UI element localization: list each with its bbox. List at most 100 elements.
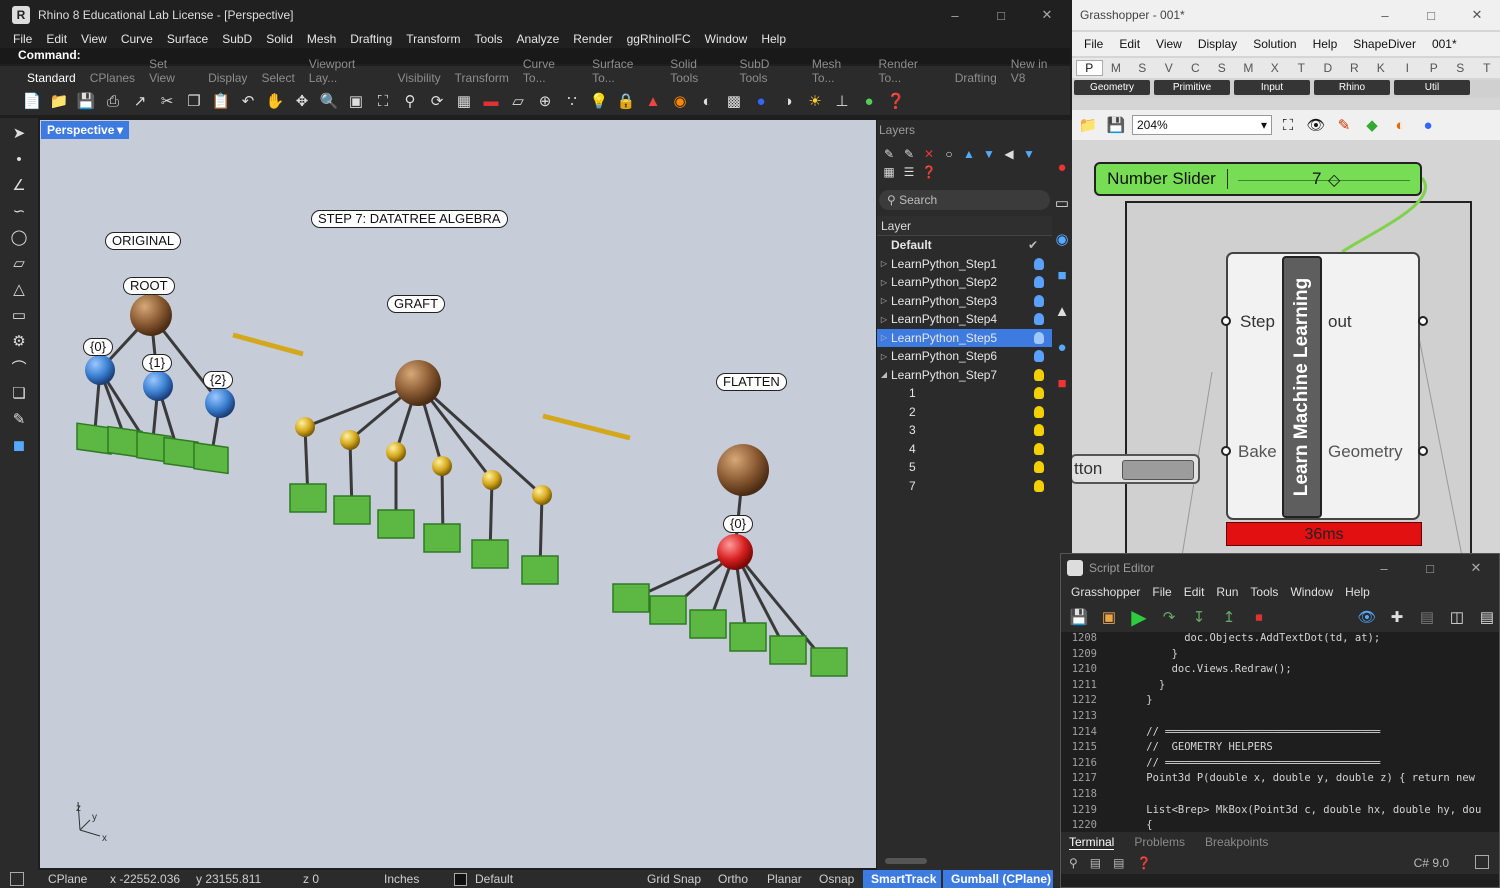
slider-handle-icon[interactable]: ◇ xyxy=(1328,170,1340,190)
help-icon[interactable]: ❓ xyxy=(884,90,908,112)
planar-toggle[interactable]: Planar xyxy=(767,872,802,886)
new-sublayer-icon[interactable]: ✎ xyxy=(901,146,917,162)
se-bottom-tab[interactable]: Terminal xyxy=(1069,835,1115,850)
output-out-grip[interactable] xyxy=(1418,316,1428,326)
input-bake-label[interactable]: Bake xyxy=(1238,442,1277,462)
gh-category[interactable]: Input xyxy=(1234,80,1310,95)
toolbar-tab[interactable]: Drafting xyxy=(948,71,1004,87)
output-geometry-label[interactable]: Geometry xyxy=(1328,442,1403,462)
gh-tab[interactable]: P xyxy=(1076,60,1103,76)
zoom-extents-icon[interactable]: ⛶ xyxy=(371,90,395,112)
se-close-button[interactable]: ✕ xyxy=(1453,554,1499,582)
shaded-icon[interactable]: ◑ xyxy=(776,90,800,112)
gh-tab[interactable]: V xyxy=(1156,61,1183,75)
step-over-icon[interactable]: ↷ xyxy=(1157,606,1181,628)
viewport-tab[interactable]: Perspective ▾ xyxy=(41,121,129,139)
pen-icon[interactable]: ✎ xyxy=(8,408,30,430)
smarttrack-toggle[interactable]: SmartTrack xyxy=(863,870,941,888)
gh-tab[interactable]: X xyxy=(1262,61,1289,75)
expand-arrow-icon[interactable]: ▷ xyxy=(877,296,891,305)
layer-search-input[interactable]: ⚲ Search xyxy=(879,190,1050,210)
menu-item-analyze[interactable]: Analyze xyxy=(517,32,560,46)
grasshopper-canvas[interactable]: Number Slider 7 ◇ Learn Machine Learning… xyxy=(1072,142,1500,556)
code-editor[interactable]: 1208 doc.Objects.AddTextDot(td, at); 1209… xyxy=(1061,632,1499,832)
gh-tab[interactable]: R xyxy=(1341,61,1368,75)
preview-mode-icon[interactable]: ◆ xyxy=(1360,114,1384,136)
expand-arrow-icon[interactable]: ▷ xyxy=(877,278,891,287)
render-icon[interactable]: ● xyxy=(1052,336,1072,358)
gh-category[interactable]: Rhino xyxy=(1314,80,1390,95)
gh-tab[interactable]: M xyxy=(1103,61,1130,75)
toolbar-tab[interactable]: Mesh To... xyxy=(805,57,872,87)
split-vertical-icon[interactable]: ◫ xyxy=(1445,606,1469,628)
step-into-icon[interactable]: ↧ xyxy=(1187,606,1211,628)
gh-menu-item[interactable]: ShapeDiver xyxy=(1353,37,1416,51)
learn-icon[interactable]: ▲ xyxy=(1052,300,1072,322)
material-sphere-icon[interactable]: ◐ xyxy=(695,90,719,112)
light-bulb-icon[interactable] xyxy=(1034,294,1044,307)
toolbar-tab[interactable]: Viewport Lay... xyxy=(302,57,391,87)
light-bulb-icon[interactable] xyxy=(1034,387,1044,400)
gh-tab[interactable]: P xyxy=(1421,61,1448,75)
layer-row[interactable]: ◢ LearnPython_Step7 xyxy=(877,366,1052,385)
gh-menu-item[interactable]: File xyxy=(1084,37,1103,51)
toolbar-tab[interactable]: CPlanes xyxy=(83,71,142,87)
light-bulb-icon[interactable] xyxy=(1034,276,1044,289)
se-minimize-button[interactable]: – xyxy=(1361,554,1407,582)
status-layer[interactable]: Default xyxy=(475,872,513,886)
menu-item-view[interactable]: View xyxy=(81,32,107,46)
gh-category[interactable]: Geometry xyxy=(1074,80,1150,95)
help-icon[interactable]: ❓ xyxy=(1136,856,1151,870)
run-icon[interactable]: ▶ xyxy=(1127,606,1151,629)
car-icon[interactable]: ▬ xyxy=(479,90,503,112)
layer-row[interactable]: 1 xyxy=(877,384,1052,403)
button-component[interactable]: tton xyxy=(1072,454,1200,484)
layer-row[interactable]: 7 xyxy=(877,477,1052,496)
gh-minimize-button[interactable]: – xyxy=(1362,0,1408,30)
rotate-view-icon[interactable]: ⟳ xyxy=(425,90,449,112)
input-bake-grip[interactable] xyxy=(1221,446,1231,456)
filter-icon[interactable]: ○ xyxy=(941,146,957,162)
expand-arrow-icon[interactable]: ▷ xyxy=(877,352,891,361)
light-bulb-icon[interactable] xyxy=(1034,405,1044,418)
toolbar-tab[interactable]: Display xyxy=(201,71,254,87)
file-icon[interactable]: ▤ xyxy=(1113,856,1124,870)
se-bottom-tab[interactable]: Problems xyxy=(1134,835,1185,849)
gh-tab[interactable]: K xyxy=(1368,61,1395,75)
snap-icon[interactable]: ⊕ xyxy=(533,90,557,112)
expand-arrow-icon[interactable]: ▷ xyxy=(877,259,891,268)
terminal-toggle-icon[interactable] xyxy=(1475,855,1489,869)
menu-item-mesh[interactable]: Mesh xyxy=(307,32,336,46)
shaded-preview-icon[interactable]: ◐ xyxy=(1388,114,1412,136)
maximize-button[interactable]: □ xyxy=(978,0,1024,30)
layers-scrollbar[interactable] xyxy=(885,858,927,864)
fillet-icon[interactable]: ⌒ xyxy=(8,356,30,378)
gh-tab[interactable]: T xyxy=(1474,61,1500,75)
menu-item-edit[interactable]: Edit xyxy=(46,32,67,46)
toolbar-tab[interactable]: Surface To... xyxy=(585,57,663,87)
menu-item-tools[interactable]: Tools xyxy=(475,32,503,46)
light-bulb-icon[interactable] xyxy=(1034,424,1044,437)
gh-tab[interactable]: T xyxy=(1288,61,1315,75)
cplane-icon[interactable]: ▱ xyxy=(506,90,530,112)
number-slider[interactable]: Number Slider 7 ◇ xyxy=(1094,162,1422,196)
minimize-button[interactable]: – xyxy=(932,0,978,30)
close-button[interactable]: ✕ xyxy=(1024,0,1070,30)
se-bottom-tab[interactable]: Breakpoints xyxy=(1205,835,1268,849)
polygon-icon[interactable]: △ xyxy=(8,278,30,300)
toolbar-tab[interactable]: Set View xyxy=(142,57,201,87)
doc-icon[interactable]: ▤ xyxy=(1415,606,1439,628)
gh-category[interactable]: Util xyxy=(1394,80,1470,95)
gh-menu-item[interactable]: Edit xyxy=(1119,37,1140,51)
open-folder-icon[interactable]: 📁 xyxy=(47,90,71,112)
move-left-icon[interactable]: ◀ xyxy=(1001,146,1017,162)
perspective-viewport[interactable]: z y x ORIGINAL ROOT {0} {1} {2} STEP 7: … xyxy=(40,120,876,868)
menu-item-subd[interactable]: SubD xyxy=(222,32,252,46)
se-maximize-button[interactable]: □ xyxy=(1407,554,1453,582)
gh-menu-item[interactable]: Solution xyxy=(1253,37,1296,51)
grid-snap-toggle[interactable]: Grid Snap xyxy=(647,872,701,886)
se-menu-item[interactable]: Tools xyxy=(1250,585,1278,599)
help-panel-icon[interactable]: ■ xyxy=(1052,264,1072,286)
add-file-icon[interactable]: ✚ xyxy=(1385,606,1409,628)
move-icon[interactable]: ✥ xyxy=(290,90,314,112)
